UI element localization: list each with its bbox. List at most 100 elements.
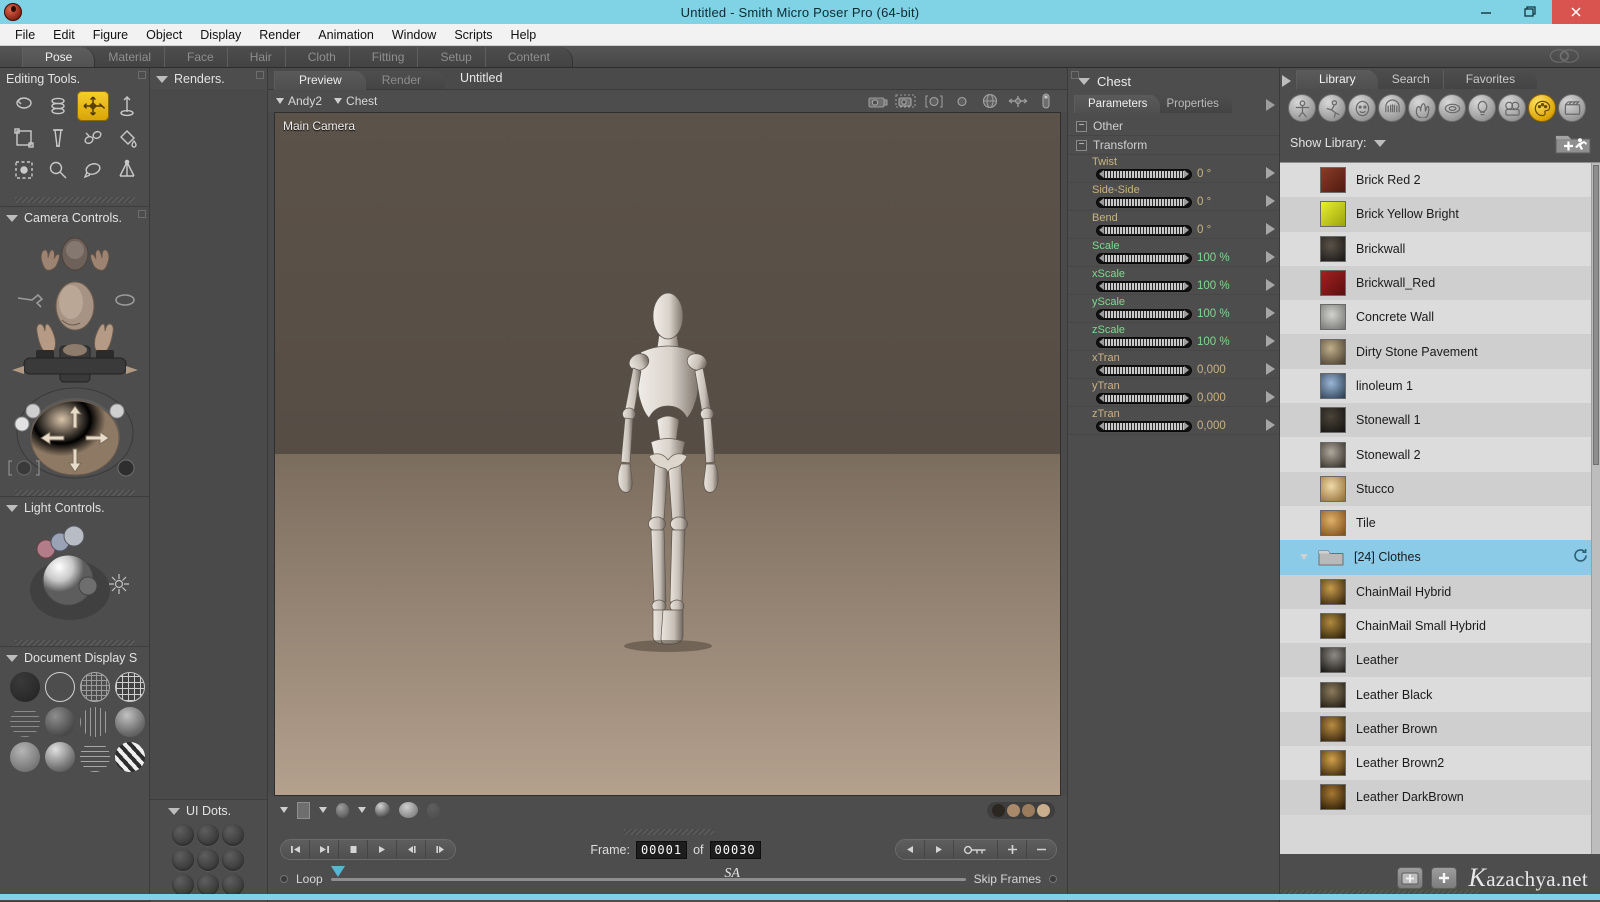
library-folder-row[interactable]: [24] Clothes bbox=[1280, 540, 1600, 575]
skip-to-start-button[interactable] bbox=[281, 840, 310, 859]
dial-value[interactable]: 0 ° bbox=[1197, 168, 1211, 180]
tab-favorites[interactable]: Favorites bbox=[1442, 70, 1538, 89]
mannequin-figure[interactable] bbox=[583, 290, 753, 690]
param-group-transform[interactable]: − Transform bbox=[1068, 136, 1279, 155]
parameters-tab-overflow-icon[interactable] bbox=[1266, 99, 1275, 111]
ui-dot[interactable] bbox=[197, 874, 219, 896]
dial-slider[interactable] bbox=[1096, 308, 1192, 320]
bones-icon[interactable] bbox=[1007, 92, 1029, 110]
library-category-materials[interactable] bbox=[1528, 94, 1556, 122]
library-list-item[interactable]: Brick Red 2 bbox=[1280, 163, 1600, 198]
room-tab-pose[interactable]: Pose bbox=[22, 47, 96, 67]
tab-render[interactable]: Render bbox=[356, 71, 446, 90]
library-category-scenes[interactable] bbox=[1558, 94, 1586, 122]
library-list-item[interactable]: Brickwall bbox=[1280, 231, 1600, 266]
timeline-playhead[interactable] bbox=[330, 865, 345, 877]
figure-dropdown-icon[interactable] bbox=[276, 98, 284, 104]
dial-slider[interactable] bbox=[1096, 420, 1192, 432]
chain-break-tool-button[interactable] bbox=[77, 123, 109, 153]
display-collapse-triangle-icon[interactable] bbox=[6, 654, 18, 662]
figure-style-dropdown-icon[interactable] bbox=[319, 807, 327, 813]
light-bracket-icon[interactable] bbox=[923, 92, 945, 110]
ui-dot[interactable] bbox=[222, 824, 244, 846]
minimize-button[interactable] bbox=[1464, 0, 1508, 24]
frame-total-field[interactable]: 00030 bbox=[709, 840, 761, 859]
library-scrollbar[interactable] bbox=[1591, 163, 1600, 854]
menu-animation[interactable]: Animation bbox=[309, 26, 383, 44]
dial-value[interactable]: 0 ° bbox=[1197, 224, 1211, 236]
collapse-triangle-icon[interactable] bbox=[6, 214, 18, 222]
dial-slider[interactable] bbox=[1096, 224, 1192, 236]
globe-icon[interactable] bbox=[979, 92, 1001, 110]
close-button[interactable] bbox=[1552, 0, 1600, 24]
translate-pull-tool-button[interactable] bbox=[76, 91, 109, 121]
menu-figure[interactable]: Figure bbox=[84, 26, 137, 44]
library-list-item[interactable]: Leather DarkBrown bbox=[1280, 780, 1600, 815]
library-item-list[interactable]: Brick Red 2 Brick Yellow Bright Brickwal… bbox=[1280, 162, 1600, 854]
param-group-other[interactable]: − Other bbox=[1068, 117, 1279, 136]
dial-value[interactable]: 100 % bbox=[1197, 308, 1230, 320]
timeline-track[interactable]: SA bbox=[330, 865, 966, 881]
tab-parameters[interactable]: Parameters bbox=[1074, 95, 1161, 113]
ui-dot[interactable] bbox=[172, 849, 194, 871]
library-list-item[interactable]: Leather Black bbox=[1280, 677, 1600, 712]
taper-tool-button[interactable] bbox=[42, 123, 74, 153]
library-list-item[interactable]: Dirty Stone Pavement bbox=[1280, 334, 1600, 369]
dial-value[interactable]: 0,000 bbox=[1197, 392, 1226, 404]
frame-current-field[interactable]: 00001 bbox=[635, 840, 688, 859]
display-style-smooth-lined[interactable] bbox=[10, 742, 40, 772]
dial-expand-icon[interactable] bbox=[1266, 363, 1275, 375]
display-style-silhouette[interactable] bbox=[10, 672, 40, 702]
parameters-panel-grip[interactable] bbox=[1071, 71, 1079, 79]
panel-divider-grip[interactable] bbox=[14, 197, 135, 203]
menu-edit[interactable]: Edit bbox=[44, 26, 84, 44]
dial-slider[interactable] bbox=[1096, 252, 1192, 264]
display-style-texture-lined[interactable] bbox=[80, 742, 110, 772]
direct-manipulation-tool-button[interactable] bbox=[111, 155, 143, 185]
stop-button[interactable] bbox=[339, 840, 368, 859]
uidots-collapse-triangle-icon[interactable] bbox=[168, 807, 180, 815]
dial-slider[interactable] bbox=[1096, 280, 1192, 292]
menu-display[interactable]: Display bbox=[191, 26, 250, 44]
skip-frames-toggle[interactable] bbox=[1049, 875, 1057, 883]
next-key-button[interactable] bbox=[925, 840, 954, 859]
ui-dot[interactable] bbox=[222, 874, 244, 896]
library-category-lights[interactable] bbox=[1468, 94, 1496, 122]
add-folder-button[interactable] bbox=[1554, 130, 1592, 156]
camera-panel-divider-grip[interactable] bbox=[14, 490, 135, 496]
dial-slider[interactable] bbox=[1096, 168, 1192, 180]
morph-putty-tool-button[interactable] bbox=[42, 155, 74, 185]
restore-button[interactable] bbox=[1508, 0, 1552, 24]
display-style-outline[interactable] bbox=[45, 672, 75, 702]
dial-value[interactable]: 100 % bbox=[1197, 252, 1230, 264]
menu-object[interactable]: Object bbox=[137, 26, 191, 44]
square-icon[interactable] bbox=[297, 801, 310, 819]
room-tab-material[interactable]: Material bbox=[85, 47, 175, 67]
library-list-item[interactable]: linoleum 1 bbox=[1280, 368, 1600, 404]
dial-slider[interactable] bbox=[1096, 392, 1192, 404]
actor-selector[interactable]: Chest bbox=[334, 94, 377, 108]
grouping-tool-button[interactable] bbox=[8, 155, 40, 185]
remove-key-button[interactable] bbox=[1027, 840, 1056, 859]
dial-value[interactable]: 0,000 bbox=[1197, 420, 1226, 432]
parameters-list[interactable]: − Other − Transform Twist 0 ° Side-Side … bbox=[1068, 113, 1279, 902]
tab-preview[interactable]: Preview bbox=[274, 71, 366, 90]
dial-expand-icon[interactable] bbox=[1266, 167, 1275, 179]
room-tab-fitting[interactable]: Fitting bbox=[348, 47, 428, 67]
preview-viewport[interactable]: Main Camera bbox=[274, 112, 1061, 796]
light-controls-widget[interactable] bbox=[0, 518, 150, 638]
dial-value[interactable]: 0,000 bbox=[1197, 364, 1226, 376]
figure-selector[interactable]: Andy2 bbox=[276, 94, 322, 108]
menu-help[interactable]: Help bbox=[502, 26, 546, 44]
scale-tool-button[interactable] bbox=[8, 123, 40, 153]
dial-value[interactable]: 0 ° bbox=[1197, 196, 1211, 208]
camera-controls-widget[interactable] bbox=[0, 228, 150, 488]
library-category-figures[interactable] bbox=[1288, 94, 1316, 122]
dial-value[interactable]: 100 % bbox=[1197, 280, 1230, 292]
library-category-expressions[interactable] bbox=[1348, 94, 1376, 122]
loop-toggle[interactable] bbox=[280, 875, 288, 883]
room-tab-content[interactable]: Content bbox=[484, 47, 573, 67]
ui-dot[interactable] bbox=[197, 849, 219, 871]
parameters-collapse-triangle-icon[interactable] bbox=[1078, 78, 1090, 85]
library-list-item[interactable]: ChainMail Hybrid bbox=[1280, 574, 1600, 609]
